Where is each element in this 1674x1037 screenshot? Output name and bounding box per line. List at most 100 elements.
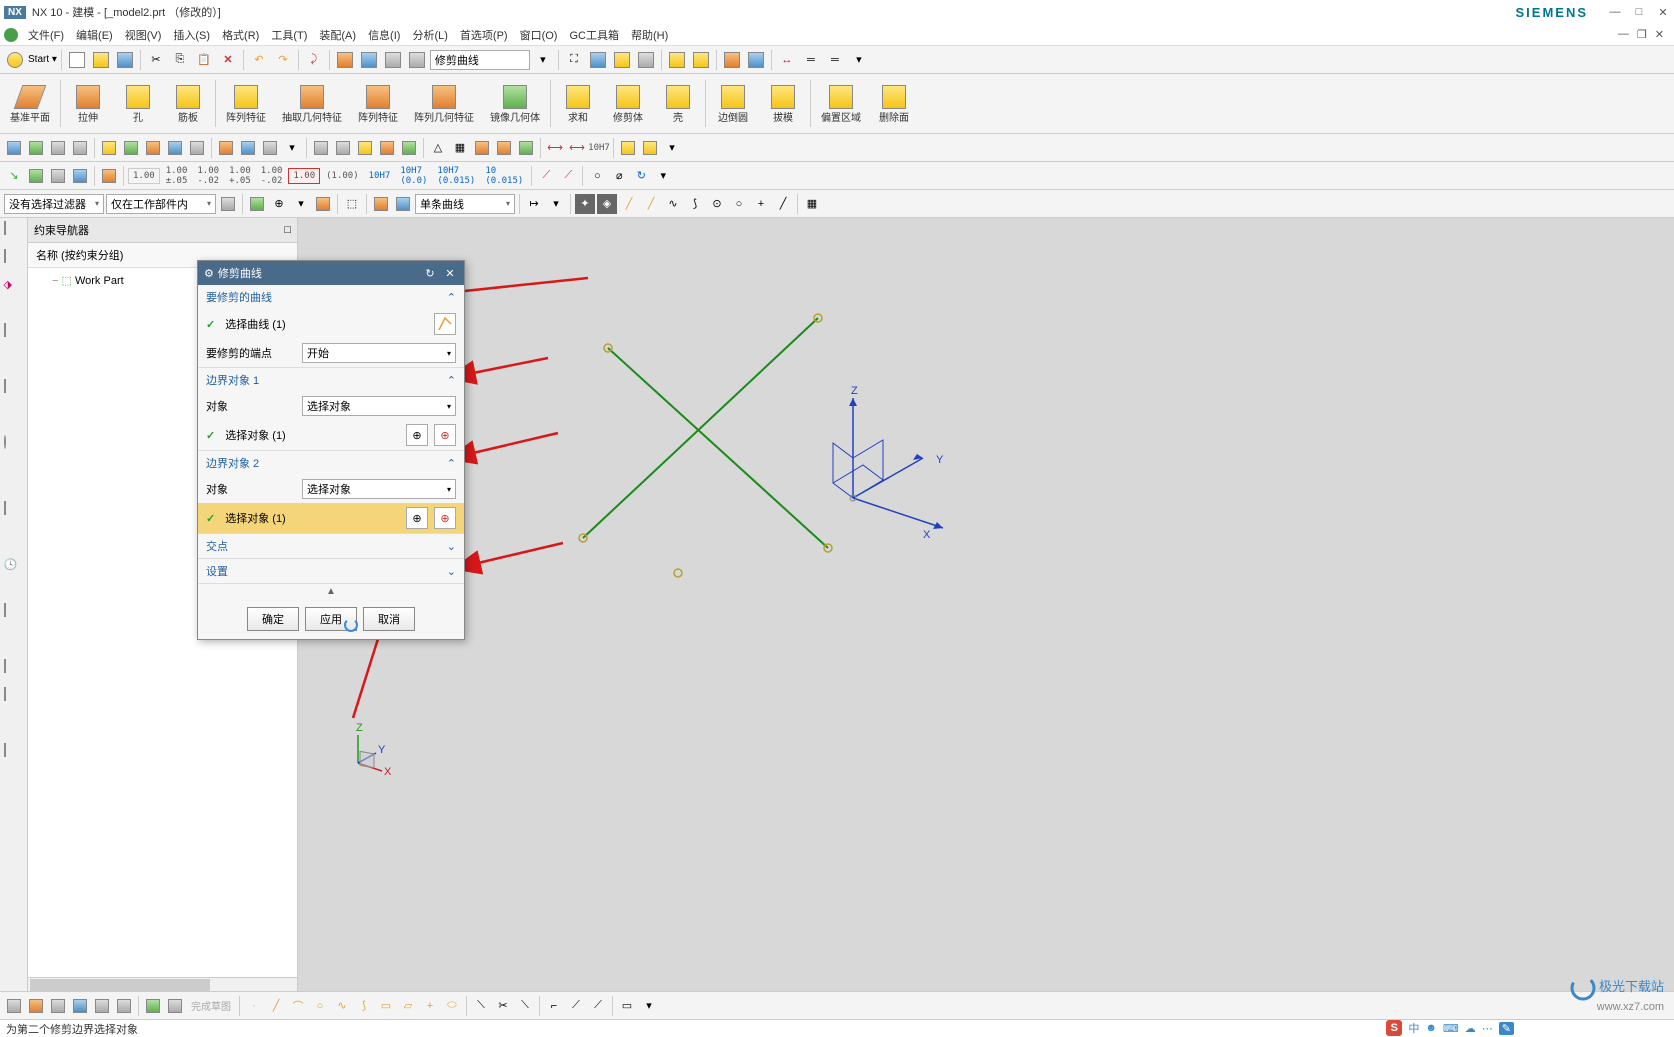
- dim4-icon[interactable]: ▾: [848, 49, 870, 71]
- mdi-close[interactable]: ✕: [1655, 28, 1664, 41]
- menu-info[interactable]: 信息(I): [362, 25, 406, 45]
- picker-icon[interactable]: ⊕: [406, 424, 428, 446]
- tb3-icon[interactable]: ⟋: [536, 166, 556, 186]
- tool5-icon[interactable]: [406, 49, 428, 71]
- pattern-geom-button[interactable]: 阵列几何特征: [406, 76, 482, 131]
- select-object-row-2[interactable]: ✓ 选择对象 (1) ⊕ ⊕: [198, 503, 464, 533]
- tb2-icon[interactable]: [377, 138, 397, 158]
- maximize-button[interactable]: □: [1632, 5, 1646, 19]
- tb2-icon[interactable]: [311, 138, 331, 158]
- bb-icon[interactable]: [143, 996, 163, 1016]
- nav-tab-icon[interactable]: [4, 380, 24, 400]
- menu-file[interactable]: 文件(F): [22, 25, 70, 45]
- menu-help[interactable]: 帮助(H): [625, 25, 674, 45]
- nav-tab-icon[interactable]: [4, 436, 24, 456]
- filter-combo-1[interactable]: 没有选择过滤器: [4, 194, 104, 214]
- nav-tab-icon[interactable]: [4, 222, 24, 242]
- fb-icon[interactable]: [371, 194, 391, 214]
- tb2-icon[interactable]: [494, 138, 514, 158]
- menu-analysis[interactable]: 分析(L): [406, 25, 453, 45]
- dim-style[interactable]: 10H7: [365, 169, 395, 183]
- close-button[interactable]: ✕: [1656, 5, 1670, 19]
- menu-insert[interactable]: 插入(S): [167, 25, 216, 45]
- fb-icon[interactable]: [393, 194, 413, 214]
- section-curves-header[interactable]: 要修剪的曲线: [198, 285, 464, 309]
- tb2-icon[interactable]: [70, 138, 90, 158]
- nav-tab-icon[interactable]: ⬗: [4, 278, 24, 298]
- dialog-close-icon[interactable]: ✕: [442, 265, 458, 281]
- layer-icon[interactable]: [721, 49, 743, 71]
- command-search[interactable]: [430, 50, 530, 70]
- fit-icon[interactable]: ⛶: [563, 49, 585, 71]
- unite-button[interactable]: 求和: [553, 76, 603, 131]
- select-object-row-1[interactable]: ✓ 选择对象 (1) ⊕ ⊕: [198, 420, 464, 450]
- dim-style[interactable]: 10H7 (0.015): [433, 164, 479, 188]
- nav-tab-icon[interactable]: [4, 604, 24, 624]
- fb-icon[interactable]: ⬚: [342, 194, 362, 214]
- tb3-icon[interactable]: ▾: [653, 166, 673, 186]
- snap-icon[interactable]: ✦: [575, 194, 595, 214]
- bb-icon[interactable]: +: [420, 996, 440, 1016]
- tb3-icon[interactable]: ○: [587, 166, 607, 186]
- menu-edit[interactable]: 编辑(E): [70, 25, 119, 45]
- bb-icon[interactable]: ✂: [493, 996, 513, 1016]
- spline-tool-icon[interactable]: ∿: [332, 996, 352, 1016]
- tb3-icon[interactable]: ⌀: [609, 166, 629, 186]
- section-intersection-header[interactable]: 交点: [198, 534, 464, 558]
- curve-picker-icon[interactable]: [434, 313, 456, 335]
- snap-line-icon[interactable]: ╱: [619, 194, 639, 214]
- paste-icon[interactable]: 📋: [193, 49, 215, 71]
- fb-icon[interactable]: [218, 194, 238, 214]
- tb2-icon[interactable]: [143, 138, 163, 158]
- object-select-1[interactable]: 选择对象: [302, 396, 456, 416]
- fb-icon[interactable]: [313, 194, 333, 214]
- nav-tab-icon[interactable]: [4, 324, 24, 344]
- snap-icon[interactable]: ⟆: [685, 194, 705, 214]
- curve-tool-icon[interactable]: ⟆: [354, 996, 374, 1016]
- cut-icon[interactable]: ✂: [145, 49, 167, 71]
- nav-tab-icon[interactable]: [4, 502, 24, 522]
- tb2-icon[interactable]: [399, 138, 419, 158]
- menu-format[interactable]: 格式(R): [216, 25, 265, 45]
- extract-geom-button[interactable]: 抽取几何特征: [274, 76, 350, 131]
- bb-icon[interactable]: ⟍: [515, 996, 535, 1016]
- bb-icon[interactable]: ⟋: [566, 996, 586, 1016]
- menu-window[interactable]: 窗口(O): [514, 25, 564, 45]
- dim-icon[interactable]: ⟷: [545, 138, 565, 158]
- tool3-icon[interactable]: [358, 49, 380, 71]
- rect-tool-icon[interactable]: ▭: [376, 996, 396, 1016]
- fb-icon[interactable]: ⊕: [269, 194, 289, 214]
- circle-tool-icon[interactable]: ○: [310, 996, 330, 1016]
- undo-icon[interactable]: ↶: [248, 49, 270, 71]
- grid-icon[interactable]: ▦: [450, 138, 470, 158]
- extrude-button[interactable]: 拉伸: [63, 76, 113, 131]
- tb2-icon[interactable]: [216, 138, 236, 158]
- dim-style[interactable]: 1.00: [128, 168, 160, 184]
- bb-icon[interactable]: [26, 996, 46, 1016]
- offset-region-button[interactable]: 偏置区域: [813, 76, 869, 131]
- assy1-icon[interactable]: [666, 49, 688, 71]
- tool2-icon[interactable]: [334, 49, 356, 71]
- point-tool-icon[interactable]: ·: [244, 996, 264, 1016]
- dim-style[interactable]: 1.00 +.05: [225, 164, 255, 188]
- nav-tab-icon[interactable]: [4, 744, 24, 764]
- bb-icon[interactable]: ▾: [639, 996, 659, 1016]
- tool4-icon[interactable]: [382, 49, 404, 71]
- fb-icon[interactable]: ↦: [524, 194, 544, 214]
- ime-indicator[interactable]: S 中 ☻ ⌨ ☁ ⋯ ✎: [1386, 1019, 1514, 1037]
- bb-icon[interactable]: [165, 996, 185, 1016]
- snap-icon[interactable]: ∿: [663, 194, 683, 214]
- dim-style[interactable]: (1.00): [322, 169, 363, 183]
- bb-icon[interactable]: ⟋: [588, 996, 608, 1016]
- edge-blend-button[interactable]: 边倒圆: [708, 76, 758, 131]
- tb3-icon[interactable]: [70, 166, 90, 186]
- tb2-icon[interactable]: [618, 138, 638, 158]
- ime-s-icon[interactable]: S: [1386, 1020, 1402, 1036]
- bb-icon[interactable]: ⬭: [442, 996, 462, 1016]
- bb-icon[interactable]: [114, 996, 134, 1016]
- dim-style[interactable]: 1.00: [288, 168, 320, 184]
- filter-combo-3[interactable]: 单条曲线: [415, 194, 515, 214]
- nav-tab-icon[interactable]: [4, 688, 24, 708]
- fb-icon[interactable]: ▾: [291, 194, 311, 214]
- filter-combo-2[interactable]: 仅在工作部件内: [106, 194, 216, 214]
